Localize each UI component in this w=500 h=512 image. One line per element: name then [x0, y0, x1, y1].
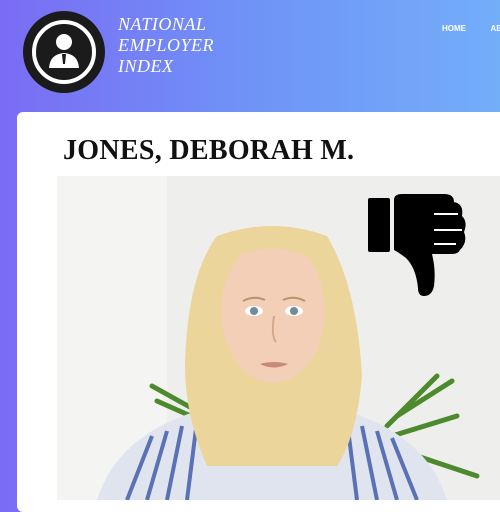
logo-line-3: INDEX	[118, 56, 174, 76]
logo-line-2: EMPLOYER	[118, 35, 214, 55]
site-header: NATIONAL EMPLOYER INDEX HOME AB	[0, 0, 500, 120]
employee-cycle-icon[interactable]	[22, 10, 106, 94]
profile-name: JONES, DEBORAH M.	[63, 135, 355, 166]
logo-line-1: NATIONAL	[118, 14, 207, 34]
thumbs-down-icon[interactable]	[368, 190, 470, 300]
main-nav: HOME AB	[442, 18, 500, 36]
nav-home-link[interactable]: HOME	[442, 24, 466, 33]
nav-about-link[interactable]: AB	[490, 24, 500, 33]
site-logo-text[interactable]: NATIONAL EMPLOYER INDEX	[118, 14, 214, 77]
